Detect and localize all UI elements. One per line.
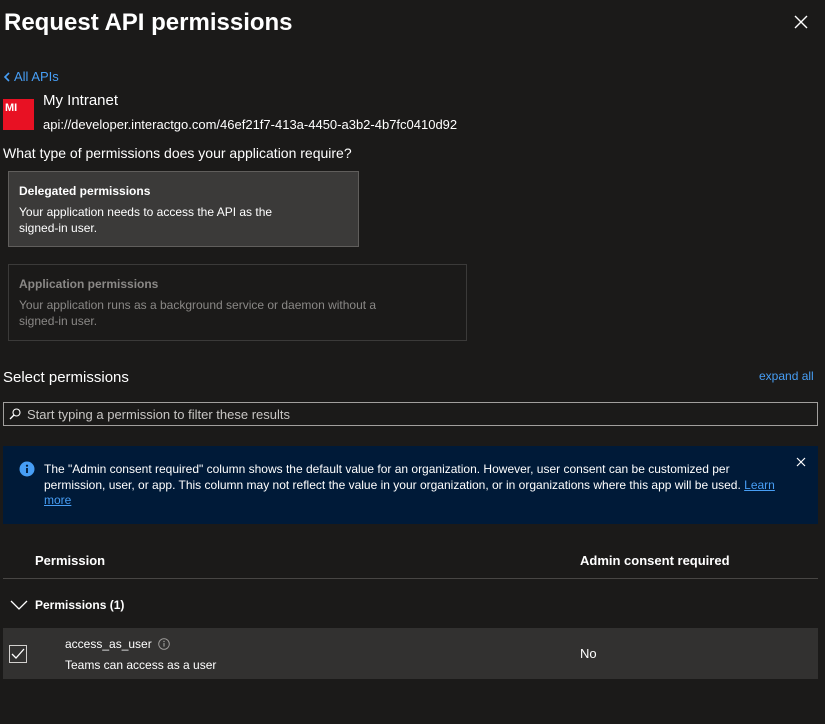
search-icon (9, 408, 21, 420)
column-header-admin-consent: Admin consent required (580, 553, 730, 568)
search-input[interactable] (27, 406, 807, 422)
api-uri: api://developer.interactgo.com/46ef21f7-… (43, 117, 458, 132)
header-divider (3, 578, 818, 579)
column-header-permission: Permission (35, 553, 106, 568)
card-title: Application permissions (19, 277, 159, 291)
application-permissions-card[interactable]: Application permissions Your application… (8, 264, 467, 341)
api-logo: MI (3, 99, 34, 130)
info-icon (19, 461, 35, 477)
permission-description: Teams can access as a user (65, 658, 217, 672)
chevron-left-icon (3, 71, 10, 82)
close-icon[interactable] (791, 12, 811, 32)
delegated-permissions-card[interactable]: Delegated permissions Your application n… (8, 171, 359, 247)
close-icon[interactable] (795, 456, 807, 468)
checkmark-icon (11, 648, 25, 659)
chevron-down-icon (10, 600, 28, 610)
expand-all-link[interactable]: expand all (759, 369, 814, 383)
card-description: Your application runs as a background se… (19, 298, 377, 328)
info-message-body: The "Admin consent required" column show… (44, 462, 741, 492)
permissions-group-label: Permissions (1) (35, 598, 125, 612)
all-apis-link[interactable]: All APIs (3, 69, 59, 84)
all-apis-label: All APIs (14, 69, 59, 84)
page-title: Request API permissions (4, 9, 293, 36)
api-name: My Intranet (43, 92, 119, 109)
search-box[interactable] (3, 402, 818, 426)
select-permissions-heading: Select permissions (3, 369, 129, 386)
permissions-group-toggle[interactable]: Permissions (1) (3, 588, 303, 622)
card-title: Delegated permissions (19, 184, 151, 198)
permission-name: access_as_user (65, 637, 152, 651)
info-icon[interactable] (158, 638, 170, 650)
permission-checkbox[interactable] (9, 645, 27, 663)
admin-consent-value: No (580, 646, 597, 661)
card-description: Your application needs to access the API… (19, 205, 273, 235)
permission-type-question: What type of permissions does your appli… (3, 145, 352, 161)
info-message-text: The "Admin consent required" column show… (44, 462, 784, 509)
